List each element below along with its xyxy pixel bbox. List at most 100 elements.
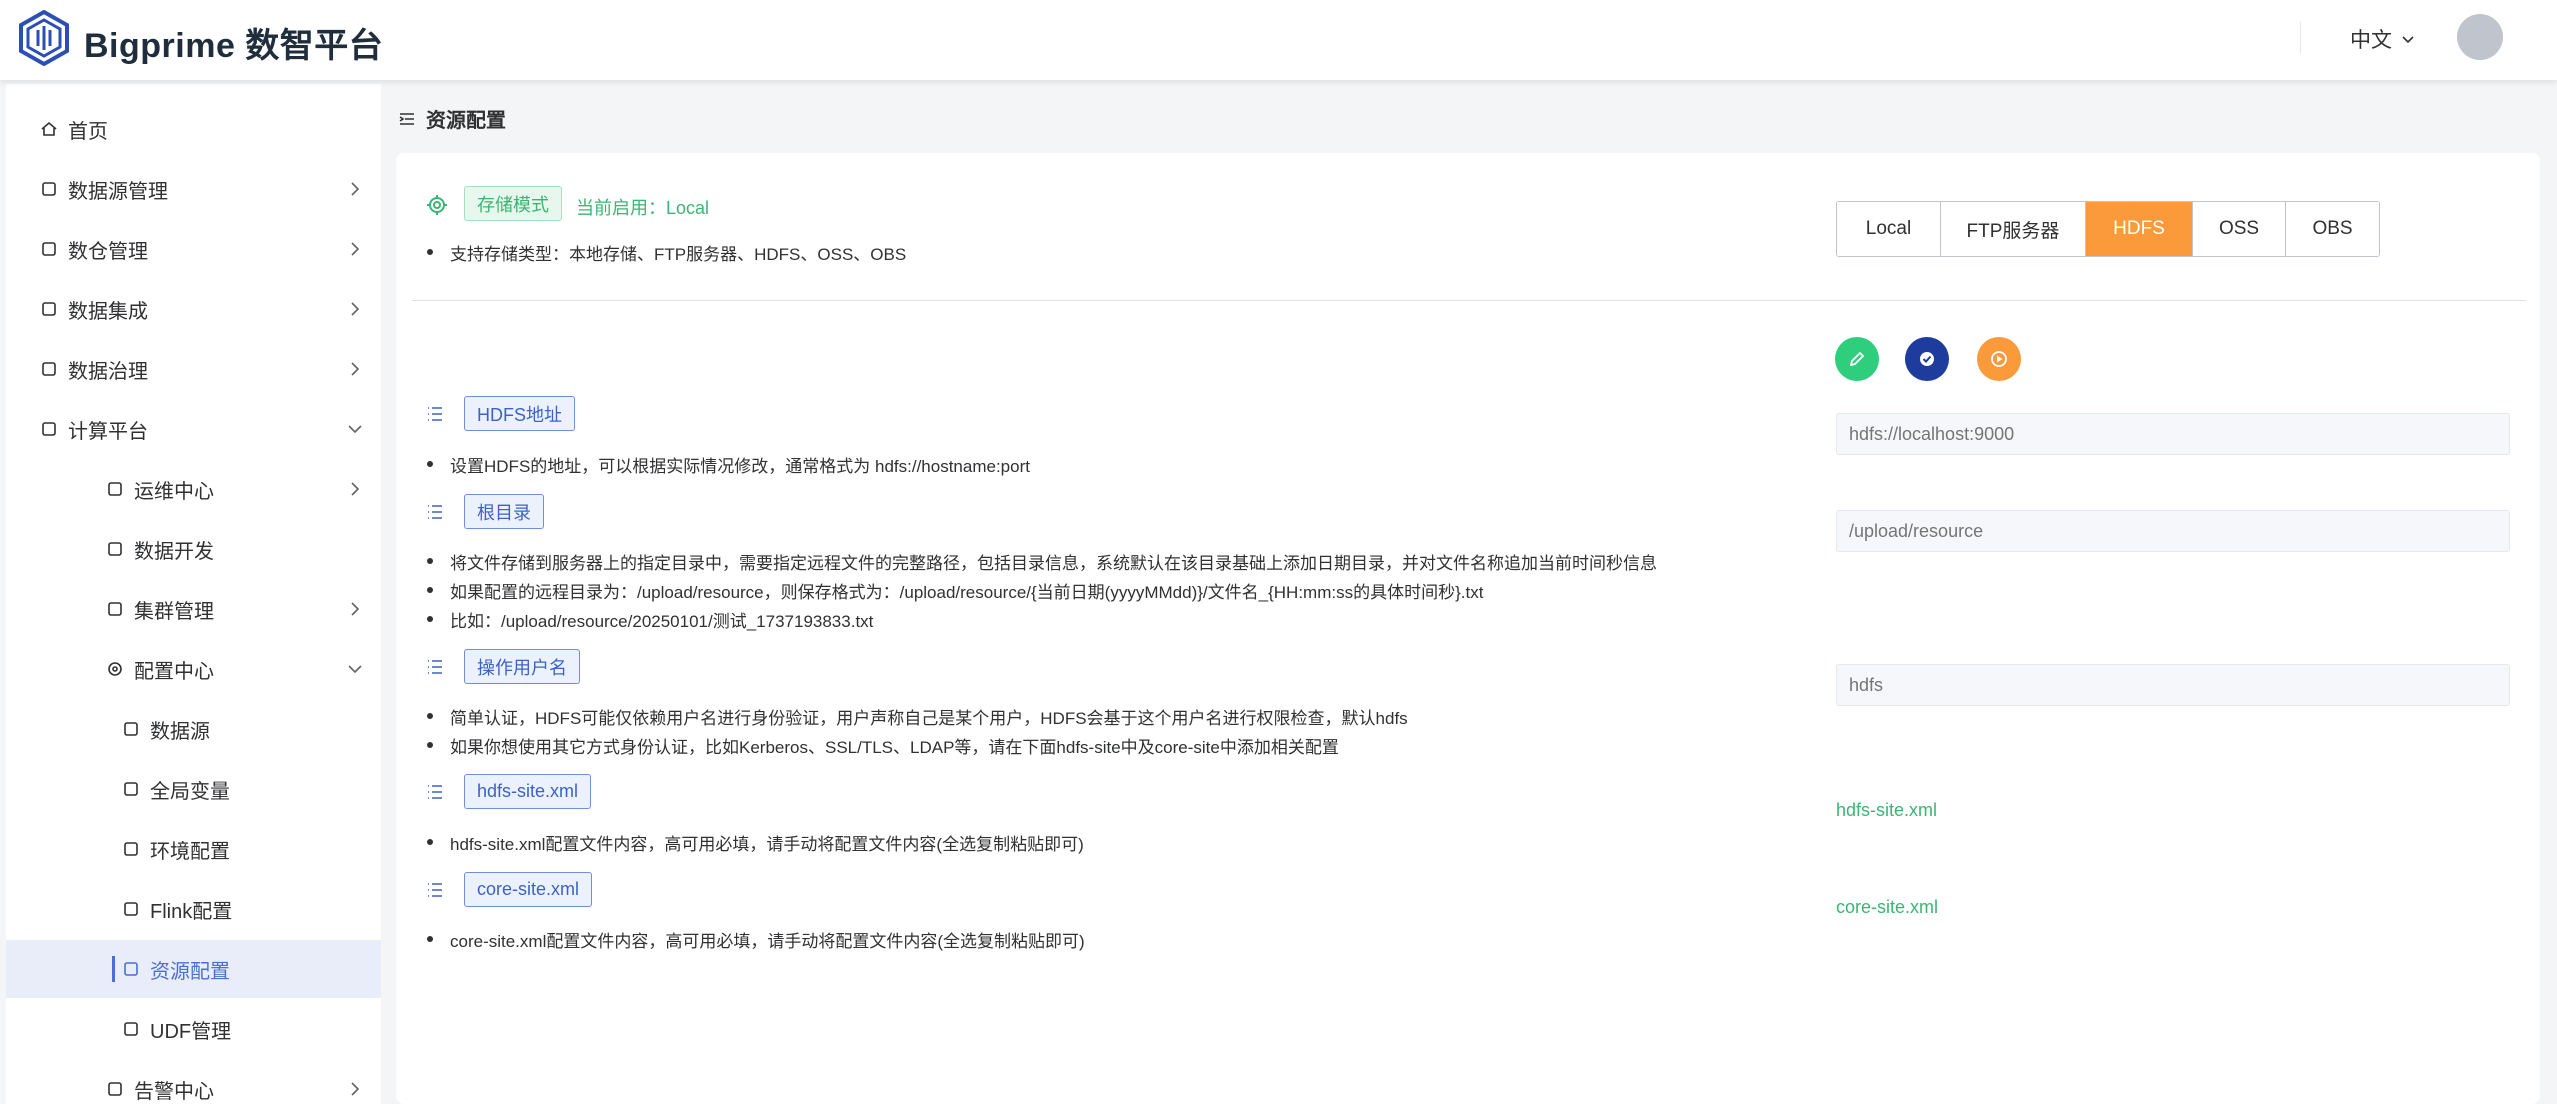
bullet xyxy=(427,936,433,942)
root-dir-desc-2: 如果配置的远程目录为：/upload/resource，则保存格式为：/uplo… xyxy=(450,583,1484,602)
storage-hdfs-button[interactable]: HDFS xyxy=(2086,202,2193,256)
sidebar-item-home[interactable]: 首页 xyxy=(6,100,381,158)
compute-icon xyxy=(40,420,58,438)
active-indicator xyxy=(112,956,115,982)
resource-icon xyxy=(122,960,140,978)
sidebar-item-resource-config[interactable]: 资源配置 xyxy=(6,940,381,998)
core-site-tag: core-site.xml xyxy=(464,872,593,907)
bigprime-logo-icon xyxy=(19,10,69,66)
hdfs-site-tag: hdfs-site.xml xyxy=(464,774,592,809)
support-storage-text: 支持存储类型：本地存储、FTP服务器、HDFS、OSS、OBS xyxy=(450,245,907,264)
storage-obs-button[interactable]: OBS xyxy=(2286,202,2379,256)
top-header: Bigprime 数智平台 中文 xyxy=(0,0,2557,80)
enable-button[interactable] xyxy=(1977,337,2021,381)
bullet xyxy=(427,587,433,593)
sidebar-item-datasource[interactable]: 数据源 xyxy=(6,700,381,758)
user-desc-2: 如果你想使用其它方式身份认证，比如Kerberos、SSL/TLS、LDAP等，… xyxy=(450,738,1339,757)
language-selector[interactable]: 中文 xyxy=(2350,24,2416,54)
save-button[interactable] xyxy=(1905,337,1949,381)
sidebar-item-global-variables[interactable]: 全局变量 xyxy=(6,760,381,818)
bullet xyxy=(427,839,433,845)
page-title: 资源配置 xyxy=(426,110,506,132)
sidebar-item-data-governance[interactable]: 数据治理 xyxy=(6,340,381,398)
resource-config-card: 存储模式 当前启用：Local 支持存储类型：本地存储、FTP服务器、HDFS、… xyxy=(396,153,2540,1104)
sidebar-item-flink-config[interactable]: Flink配置 xyxy=(6,880,381,938)
chevron-right-icon xyxy=(351,182,360,196)
root-dir-tag: 根目录 xyxy=(464,494,544,529)
core-site-link[interactable]: core-site.xml xyxy=(1836,897,1938,918)
sidebar-item-compute-platform[interactable]: 计算平台 xyxy=(6,400,381,458)
user-input[interactable] xyxy=(1836,664,2510,706)
section-divider xyxy=(412,300,2526,301)
storage-type-switch: Local FTP服务器 HDFS OSS OBS xyxy=(1836,201,2380,257)
storage-oss-button[interactable]: OSS xyxy=(2193,202,2286,256)
chevron-right-icon xyxy=(351,362,360,376)
hdfs-address-tag: HDFS地址 xyxy=(464,396,575,431)
sidebar-item-label: 数据源管理 xyxy=(68,180,168,203)
hdfs-site-link[interactable]: hdfs-site.xml xyxy=(1836,800,1937,821)
sidebar-item-cluster-management[interactable]: 集群管理 xyxy=(6,580,381,638)
sidebar-item-label: 告警中心 xyxy=(134,1080,214,1103)
governance-icon xyxy=(40,360,58,378)
sidebar-item-label: Flink配置 xyxy=(150,900,233,923)
sidebar-item-label: 集群管理 xyxy=(134,600,214,623)
gear-icon xyxy=(106,660,124,678)
app-title: Bigprime 数智平台 xyxy=(84,27,384,65)
globe-icon xyxy=(106,600,124,618)
monitor-icon xyxy=(106,480,124,498)
sidebar-item-config-center[interactable]: 配置中心 xyxy=(6,640,381,698)
flink-icon xyxy=(122,900,140,918)
udf-icon xyxy=(122,1020,140,1038)
sidebar-item-warehouse-management[interactable]: 数仓管理 xyxy=(6,220,381,278)
sidebar-item-label: 数仓管理 xyxy=(68,240,148,263)
sidebar-item-datasource-management[interactable]: 数据源管理 xyxy=(6,160,381,218)
sidebar-item-alert-center[interactable]: 告警中心 xyxy=(6,1060,381,1104)
sidebar-item-label: 全局变量 xyxy=(150,780,230,803)
breadcrumb: 资源配置 xyxy=(398,104,506,133)
chevron-right-icon xyxy=(351,602,360,616)
storage-local-button[interactable]: Local xyxy=(1837,202,1941,256)
chevron-right-icon xyxy=(351,242,360,256)
sidebar-item-label: 首页 xyxy=(68,120,108,143)
sidebar-item-data-development[interactable]: 数据开发 xyxy=(6,520,381,578)
database-icon xyxy=(122,720,140,738)
core-site-desc: core-site.xml配置文件内容，高可用必填，请手动将配置文件内容(全选复… xyxy=(450,932,1085,951)
menu-fold-icon[interactable] xyxy=(398,110,416,128)
bullet xyxy=(427,616,433,622)
edit-button[interactable] xyxy=(1835,337,1879,381)
sidebar-item-label: 资源配置 xyxy=(150,960,230,983)
gear-icon xyxy=(427,195,447,215)
user-avatar[interactable] xyxy=(2457,14,2503,60)
check-circle-icon xyxy=(1920,352,1934,366)
sidebar-item-env-config[interactable]: 环境配置 xyxy=(6,820,381,878)
bullet xyxy=(427,713,433,719)
sidebar-item-label: 数据治理 xyxy=(68,360,148,383)
list-icon xyxy=(426,881,444,899)
dev-icon xyxy=(106,540,124,558)
play-circle-icon xyxy=(1991,351,2007,367)
sidebar-item-label: 配置中心 xyxy=(134,660,214,683)
sidebar-item-label: 数据集成 xyxy=(68,300,148,323)
root-dir-input[interactable] xyxy=(1836,510,2510,552)
sidebar-item-label: 环境配置 xyxy=(150,840,230,863)
sidebar-item-ops-center[interactable]: 运维中心 xyxy=(6,460,381,518)
header-divider xyxy=(2300,22,2301,54)
sidebar-item-label: 运维中心 xyxy=(134,480,214,503)
bullet xyxy=(427,558,433,564)
sidebar-item-udf-management[interactable]: UDF管理 xyxy=(6,1000,381,1058)
bullet xyxy=(427,742,433,748)
sidebar-item-label: 计算平台 xyxy=(68,420,148,443)
sidebar-item-data-integration[interactable]: 数据集成 xyxy=(6,280,381,338)
list-icon xyxy=(426,405,444,423)
bar-chart-icon xyxy=(122,780,140,798)
flag-icon xyxy=(106,1080,124,1098)
chevron-right-icon xyxy=(351,302,360,316)
sidebar-menu: 首页数据源管理数仓管理数据集成数据治理计算平台运维中心数据开发集群管理配置中心数… xyxy=(6,84,381,1104)
sidebar-item-label: 数据源 xyxy=(150,720,210,743)
integration-icon xyxy=(40,300,58,318)
user-tag: 操作用户名 xyxy=(464,649,580,684)
hdfs-address-input[interactable] xyxy=(1836,413,2510,455)
home-icon xyxy=(40,120,58,138)
chevron-right-icon xyxy=(351,482,360,496)
storage-ftp-button[interactable]: FTP服务器 xyxy=(1941,202,2086,256)
